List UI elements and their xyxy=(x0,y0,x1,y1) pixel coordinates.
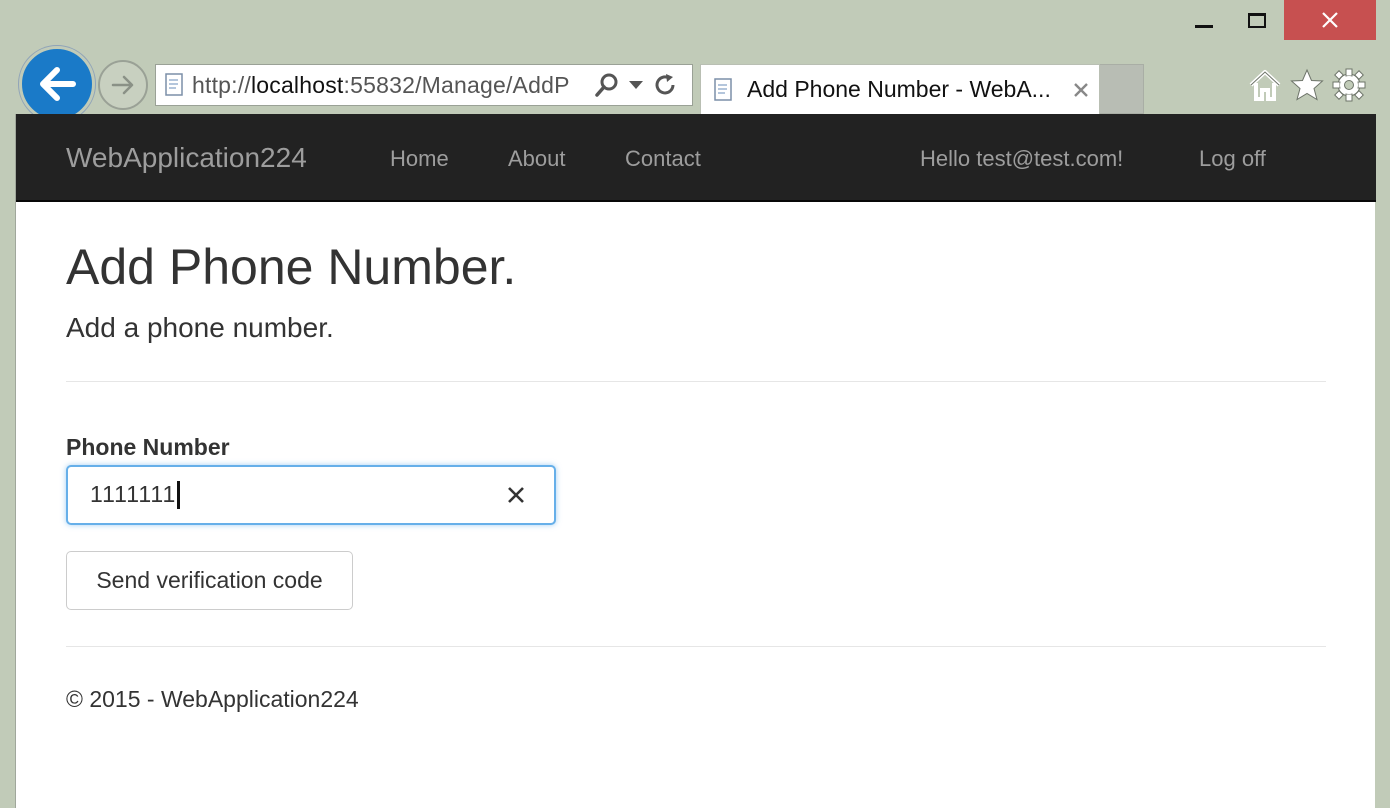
page-icon xyxy=(713,77,741,103)
home-icon xyxy=(1249,70,1281,101)
page-title: Add Phone Number. xyxy=(66,239,517,295)
page-subtitle: Add a phone number. xyxy=(66,312,334,343)
phone-number-label: Phone Number xyxy=(66,434,230,460)
refresh-button[interactable] xyxy=(648,64,682,106)
clear-input-button[interactable] xyxy=(504,483,528,507)
close-window-button[interactable] xyxy=(1284,0,1376,40)
phone-number-input[interactable]: 1111111 xyxy=(66,465,556,525)
send-verification-code-button[interactable]: Send verification code xyxy=(66,551,353,610)
divider xyxy=(66,646,1326,647)
favorites-star-icon xyxy=(1290,68,1324,101)
back-arrow-icon xyxy=(40,67,76,101)
tab-close-button[interactable] xyxy=(1067,76,1095,104)
tab-title: Add Phone Number - WebA... xyxy=(747,76,1051,102)
forward-arrow-icon xyxy=(111,75,134,95)
page-viewport: WebApplication224 Home About Contact Hel… xyxy=(15,114,1376,808)
nav-logoff-link[interactable]: Log off xyxy=(1199,146,1266,172)
text-caret xyxy=(177,481,181,510)
navbar-brand[interactable]: WebApplication224 xyxy=(66,142,307,174)
nav-contact-link[interactable]: Contact xyxy=(625,146,701,172)
back-button[interactable] xyxy=(19,46,95,122)
favorites-button[interactable] xyxy=(1288,66,1326,104)
page-icon xyxy=(164,72,192,98)
home-button[interactable] xyxy=(1246,66,1284,104)
refresh-icon xyxy=(655,74,675,95)
minimize-button[interactable] xyxy=(1180,0,1228,40)
footer-copyright: © 2015 - WebApplication224 xyxy=(66,686,359,712)
close-icon xyxy=(1074,82,1088,97)
minimize-icon xyxy=(1195,24,1213,28)
gear-icon xyxy=(1332,68,1366,102)
dropdown-icon xyxy=(629,81,643,89)
search-button[interactable] xyxy=(590,64,624,106)
phone-number-value: 1111111 xyxy=(90,481,181,510)
tab-add-phone-number[interactable]: Add Phone Number - WebA... xyxy=(700,64,1100,114)
address-dropdown-button[interactable] xyxy=(624,64,648,106)
nav-about-link[interactable]: About xyxy=(508,146,566,172)
nav-account-link[interactable]: Hello test@test.com! xyxy=(920,146,1123,172)
search-icon xyxy=(595,73,618,97)
divider xyxy=(66,381,1326,382)
maximize-icon xyxy=(1248,12,1266,28)
close-icon xyxy=(1322,12,1338,28)
maximize-button[interactable] xyxy=(1232,0,1282,40)
new-tab-button[interactable] xyxy=(1100,64,1144,114)
close-icon xyxy=(508,487,524,503)
navbar: WebApplication224 Home About Contact Hel… xyxy=(16,114,1376,202)
nav-home-link[interactable]: Home xyxy=(390,146,449,172)
address-bar[interactable]: http://localhost:55832/Manage/AddP xyxy=(155,64,693,106)
address-url[interactable]: http://localhost:55832/Manage/AddP xyxy=(192,72,590,99)
settings-button[interactable] xyxy=(1330,66,1368,104)
forward-button[interactable] xyxy=(98,60,148,110)
